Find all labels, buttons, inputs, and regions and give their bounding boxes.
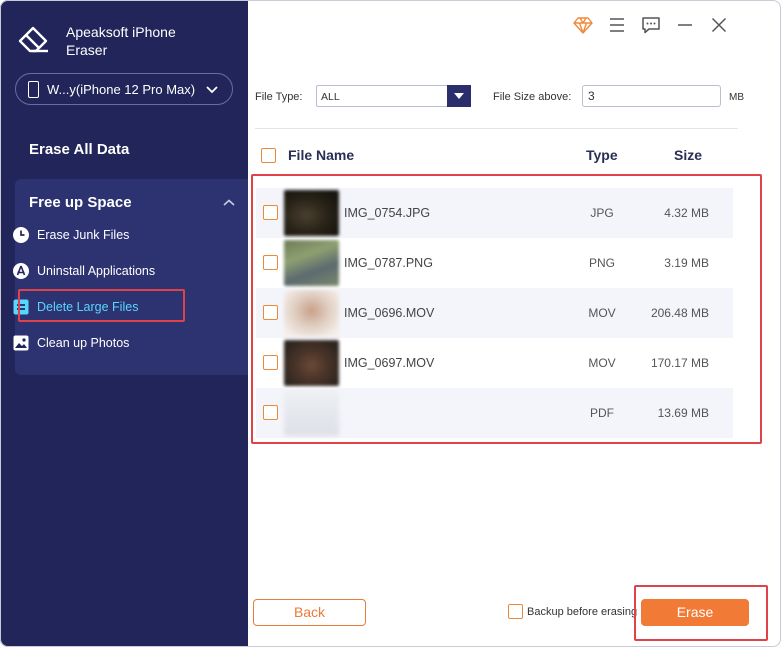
backup-checkbox[interactable]	[508, 604, 523, 619]
dropdown-arrow-icon[interactable]	[447, 85, 471, 107]
file-size: 4.32 MB	[664, 206, 709, 220]
diamond-icon[interactable]	[572, 14, 594, 36]
sidebar-item-label: Clean up Photos	[37, 336, 130, 350]
select-all-checkbox[interactable]	[261, 148, 276, 163]
file-thumbnail	[284, 190, 339, 236]
file-type-dropdown[interactable]: ALL	[316, 85, 471, 107]
row-checkbox[interactable]	[263, 355, 278, 370]
file-name: IMG_0754.JPG	[344, 206, 431, 220]
sidebar-item-label: Uninstall Applications	[37, 264, 156, 278]
app-name: Apeaksoft iPhone Eraser	[66, 24, 176, 58]
minimize-icon[interactable]	[674, 14, 696, 36]
device-selector[interactable]: W...y(iPhone 12 Pro Max)	[15, 73, 233, 105]
chevron-down-icon	[206, 86, 218, 94]
file-size-unit: MB	[729, 92, 744, 103]
menu-icon[interactable]	[606, 14, 628, 36]
eraser-logo-icon	[18, 26, 48, 53]
table-row[interactable]: PDF 13.69 MB	[256, 388, 733, 438]
feedback-icon[interactable]	[640, 14, 662, 36]
close-icon[interactable]	[708, 14, 730, 36]
file-size: 170.17 MB	[650, 356, 709, 370]
large-file-icon	[12, 298, 30, 316]
row-checkbox[interactable]	[263, 305, 278, 320]
sidebar-item-delete-large-files[interactable]: Delete Large Files	[12, 295, 138, 319]
file-type-value: ALL	[321, 91, 340, 103]
clock-icon	[12, 226, 30, 244]
file-name: IMG_0696.MOV	[344, 306, 435, 320]
column-header-file-name: File Name	[288, 147, 355, 163]
table-header: File Name Type Size	[255, 140, 738, 170]
sidebar-item-uninstall-applications[interactable]: Uninstall Applications	[12, 259, 155, 283]
file-size: 3.19 MB	[664, 256, 709, 270]
file-thumbnail	[284, 390, 339, 436]
table-row[interactable]: IMG_0787.PNG PNG 3.19 MB	[256, 238, 733, 288]
free-up-space-title[interactable]: Free up Space	[29, 194, 132, 211]
file-type: JPG	[590, 206, 614, 220]
file-type: MOV	[588, 356, 616, 370]
sidebar-item-clean-up-photos[interactable]: Clean up Photos	[12, 331, 129, 355]
file-thumbnail	[284, 340, 339, 386]
erase-button[interactable]: Erase	[641, 599, 749, 626]
file-size: 13.69 MB	[657, 406, 709, 420]
sidebar-item-label: Erase Junk Files	[37, 228, 130, 242]
file-thumbnail	[284, 290, 339, 336]
row-checkbox[interactable]	[263, 205, 278, 220]
row-checkbox[interactable]	[263, 405, 278, 420]
file-size: 206.48 MB	[650, 306, 709, 320]
chevron-up-icon[interactable]	[221, 197, 237, 209]
table-row[interactable]: IMG_0696.MOV MOV 206.48 MB	[256, 288, 733, 338]
photo-icon	[12, 334, 30, 352]
column-header-size: Size	[674, 147, 703, 163]
file-type: PNG	[588, 256, 615, 270]
file-thumbnail	[284, 240, 339, 286]
file-type: PDF	[590, 406, 614, 420]
backup-label: Backup before erasing	[527, 605, 638, 618]
file-type: MOV	[588, 306, 616, 320]
sidebar-item-label: Delete Large Files	[37, 300, 139, 314]
row-checkbox[interactable]	[263, 255, 278, 270]
table-row[interactable]: IMG_0754.JPG JPG 4.32 MB	[256, 188, 733, 238]
file-type-label: File Type:	[255, 91, 303, 103]
sidebar: Apeaksoft iPhone Eraser W...y(iPhone 12 …	[0, 0, 248, 647]
backup-option[interactable]: Backup before erasing	[508, 604, 637, 619]
file-list: IMG_0754.JPG JPG 4.32 MB IMG_0787.PNG PN…	[256, 188, 733, 438]
back-button[interactable]: Back	[253, 599, 366, 626]
file-size-label: File Size above:	[493, 91, 572, 103]
file-name: IMG_0787.PNG	[344, 256, 433, 270]
device-name: W...y(iPhone 12 Pro Max)	[47, 81, 196, 97]
divider	[255, 128, 738, 129]
sidebar-item-erase-junk-files[interactable]: Erase Junk Files	[12, 223, 129, 247]
phone-icon	[28, 80, 39, 98]
file-name: IMG_0697.MOV	[344, 356, 435, 370]
file-size-input[interactable]	[582, 85, 721, 107]
app-store-icon	[12, 262, 30, 280]
column-header-type: Type	[586, 147, 618, 163]
erase-all-data-item[interactable]: Erase All Data	[29, 141, 129, 158]
table-row[interactable]: IMG_0697.MOV MOV 170.17 MB	[256, 338, 733, 388]
filter-bar: File Type: ALL File Size above: MB	[255, 85, 755, 109]
